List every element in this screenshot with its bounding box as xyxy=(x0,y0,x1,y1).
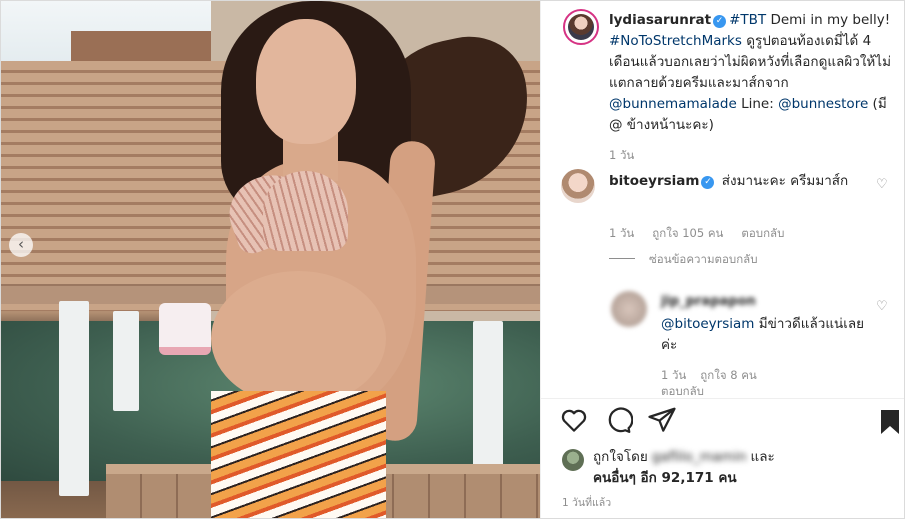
instagram-post: ‹ lydiasarunrat ✓ #TBT Demi in my belly! #… xyxy=(0,0,905,519)
comment-likes[interactable]: ถูกใจ 8 คน xyxy=(700,368,756,382)
share-icon[interactable] xyxy=(647,405,677,435)
post-details-panel: lydiasarunrat ✓ #TBT Demi in my belly! #No… xyxy=(540,1,904,518)
mention-link[interactable]: @bunnemamalade xyxy=(609,96,737,112)
likes-summary: ถูกใจโดย gaflilo_mamin และ คนอื่นๆ อีก 92,… xyxy=(593,447,775,486)
verified-badge-icon: ✓ xyxy=(701,176,715,189)
hide-replies-button[interactable]: ซ่อนข้อความตอบกลับ xyxy=(609,251,758,269)
post-photo[interactable]: ‹ xyxy=(1,1,540,518)
comment-timestamp[interactable]: 1 วัน xyxy=(609,226,634,240)
liked-by-username[interactable]: gaflilo_mamin xyxy=(652,447,747,468)
post-caption: lydiasarunrat ✓ #TBT Demi in my belly! #No… xyxy=(609,12,891,133)
hashtag-link[interactable]: #TBT xyxy=(729,12,766,28)
comment-username[interactable]: jip_prapapon xyxy=(661,294,756,309)
verified-badge-icon: ✓ xyxy=(713,15,727,28)
chevron-left-icon[interactable]: ‹ xyxy=(9,233,33,257)
comment-username[interactable]: bitoeyrsiam xyxy=(609,173,699,189)
author-username[interactable]: lydiasarunrat xyxy=(609,12,711,28)
mention-link[interactable]: @bitoeyrsiam xyxy=(661,316,754,332)
divider xyxy=(541,398,904,399)
avatar[interactable] xyxy=(562,449,584,471)
comment-likes[interactable]: ถูกใจ 105 คน xyxy=(652,226,723,240)
comment-meta: 1 วัน ถูกใจ 105 คน ตอบกลับ xyxy=(609,225,802,243)
avatar[interactable] xyxy=(611,291,647,327)
cream-jar xyxy=(159,303,211,355)
mention-link[interactable]: @bunnestore xyxy=(778,96,868,112)
avatar[interactable] xyxy=(563,9,599,45)
heart-icon[interactable]: ♡ xyxy=(876,299,888,314)
avatar[interactable] xyxy=(561,169,595,203)
heart-icon[interactable]: ♡ xyxy=(876,177,888,192)
reply-button[interactable]: ตอบกลับ xyxy=(741,226,784,240)
comment-text: @bitoeyrsiam มีข่าวดีแล้วแน่เลยค่ะ xyxy=(661,316,865,353)
comments-list[interactable]: lydiasarunrat ✓ #TBT Demi in my belly! #No… xyxy=(541,1,904,401)
bookmark-icon[interactable] xyxy=(880,409,900,435)
others-count-link[interactable]: คนอื่นๆ อีก 92,171 คน xyxy=(593,470,737,486)
comment-text: bitoeyrsiam ✓ ส่งมานะคะ ครีมมาส์ก xyxy=(609,173,849,189)
heart-icon[interactable] xyxy=(559,405,589,435)
hashtag-link[interactable]: #NoToStretchMarks xyxy=(609,33,742,49)
comment-timestamp[interactable]: 1 วัน xyxy=(661,368,686,382)
caption-timestamp[interactable]: 1 วัน xyxy=(609,147,634,165)
action-bar xyxy=(541,403,904,443)
comment-icon[interactable] xyxy=(603,405,633,435)
post-timestamp[interactable]: 1 วันที่แล้ว xyxy=(562,494,611,511)
